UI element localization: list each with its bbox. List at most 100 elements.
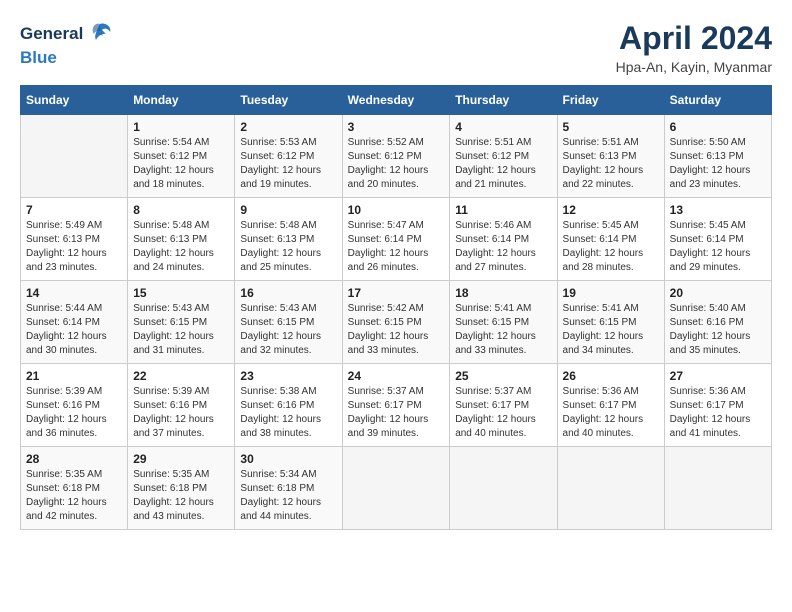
logo-blue: Blue (20, 48, 57, 68)
day-number: 11 (455, 203, 551, 217)
header-row: SundayMondayTuesdayWednesdayThursdayFrid… (21, 86, 772, 115)
day-number: 30 (240, 452, 336, 466)
day-info: Sunrise: 5:44 AM Sunset: 6:14 PM Dayligh… (26, 302, 122, 358)
day-info: Sunrise: 5:40 AM Sunset: 6:16 PM Dayligh… (670, 302, 766, 358)
day-info: Sunrise: 5:37 AM Sunset: 6:17 PM Dayligh… (348, 385, 445, 441)
day-number: 19 (563, 286, 659, 300)
day-number: 14 (26, 286, 122, 300)
day-info: Sunrise: 5:52 AM Sunset: 6:12 PM Dayligh… (348, 136, 445, 192)
day-number: 18 (455, 286, 551, 300)
calendar-cell: 18 Sunrise: 5:41 AM Sunset: 6:15 PM Dayli… (450, 281, 557, 364)
day-info: Sunrise: 5:54 AM Sunset: 6:12 PM Dayligh… (133, 136, 229, 192)
calendar-cell: 28 Sunrise: 5:35 AM Sunset: 6:18 PM Dayli… (21, 447, 128, 530)
calendar-week-4: 21 Sunrise: 5:39 AM Sunset: 6:16 PM Dayli… (21, 364, 772, 447)
day-info: Sunrise: 5:39 AM Sunset: 6:16 PM Dayligh… (26, 385, 122, 441)
day-number: 22 (133, 369, 229, 383)
day-info: Sunrise: 5:36 AM Sunset: 6:17 PM Dayligh… (563, 385, 659, 441)
day-number: 21 (26, 369, 122, 383)
day-info: Sunrise: 5:34 AM Sunset: 6:18 PM Dayligh… (240, 468, 336, 524)
day-number: 23 (240, 369, 336, 383)
header-cell-monday: Monday (128, 86, 235, 115)
day-number: 8 (133, 203, 229, 217)
calendar-cell: 14 Sunrise: 5:44 AM Sunset: 6:14 PM Dayli… (21, 281, 128, 364)
day-info: Sunrise: 5:45 AM Sunset: 6:14 PM Dayligh… (563, 219, 659, 275)
calendar-cell: 19 Sunrise: 5:41 AM Sunset: 6:15 PM Dayli… (557, 281, 664, 364)
calendar-cell: 6 Sunrise: 5:50 AM Sunset: 6:13 PM Daylig… (664, 115, 771, 198)
calendar-cell: 17Sunrise: 5:42 AM Sunset: 6:15 PM Dayli… (342, 281, 450, 364)
day-number: 9 (240, 203, 336, 217)
calendar-cell: 15 Sunrise: 5:43 AM Sunset: 6:15 PM Dayli… (128, 281, 235, 364)
day-number: 16 (240, 286, 336, 300)
calendar-cell: 24 Sunrise: 5:37 AM Sunset: 6:17 PM Dayli… (342, 364, 450, 447)
calendar-cell: 5 Sunrise: 5:51 AM Sunset: 6:13 PM Daylig… (557, 115, 664, 198)
day-info: Sunrise: 5:50 AM Sunset: 6:13 PM Dayligh… (670, 136, 766, 192)
day-info: Sunrise: 5:48 AM Sunset: 6:13 PM Dayligh… (240, 219, 336, 275)
calendar-cell: 30 Sunrise: 5:34 AM Sunset: 6:18 PM Dayli… (235, 447, 342, 530)
day-number: 6 (670, 120, 766, 134)
calendar-week-5: 28 Sunrise: 5:35 AM Sunset: 6:18 PM Dayli… (21, 447, 772, 530)
calendar-cell (342, 447, 450, 530)
calendar-table: SundayMondayTuesdayWednesdayThursdayFrid… (20, 85, 772, 530)
day-number: 12 (563, 203, 659, 217)
day-info: Sunrise: 5:39 AM Sunset: 6:16 PM Dayligh… (133, 385, 229, 441)
calendar-cell: 8 Sunrise: 5:48 AM Sunset: 6:13 PM Daylig… (128, 198, 235, 281)
day-number: 2 (240, 120, 336, 134)
day-info: Sunrise: 5:36 AM Sunset: 6:17 PM Dayligh… (670, 385, 766, 441)
calendar-cell: 21 Sunrise: 5:39 AM Sunset: 6:16 PM Dayli… (21, 364, 128, 447)
calendar-cell: 9 Sunrise: 5:48 AM Sunset: 6:13 PM Daylig… (235, 198, 342, 281)
day-number: 29 (133, 452, 229, 466)
calendar-cell: 7Sunrise: 5:49 AM Sunset: 6:13 PM Daylig… (21, 198, 128, 281)
day-info: Sunrise: 5:45 AM Sunset: 6:14 PM Dayligh… (670, 219, 766, 275)
day-info: Sunrise: 5:38 AM Sunset: 6:16 PM Dayligh… (240, 385, 336, 441)
day-number: 20 (670, 286, 766, 300)
logo-general: General (20, 24, 83, 44)
calendar-week-3: 14 Sunrise: 5:44 AM Sunset: 6:14 PM Dayli… (21, 281, 772, 364)
day-number: 25 (455, 369, 551, 383)
day-number: 27 (670, 369, 766, 383)
day-info: Sunrise: 5:35 AM Sunset: 6:18 PM Dayligh… (26, 468, 122, 524)
day-info: Sunrise: 5:53 AM Sunset: 6:12 PM Dayligh… (240, 136, 336, 192)
day-info: Sunrise: 5:42 AM Sunset: 6:15 PM Dayligh… (348, 302, 445, 358)
logo: General Blue (20, 20, 114, 68)
day-number: 15 (133, 286, 229, 300)
day-info: Sunrise: 5:48 AM Sunset: 6:13 PM Dayligh… (133, 219, 229, 275)
header-cell-thursday: Thursday (450, 86, 557, 115)
day-number: 4 (455, 120, 551, 134)
calendar-week-2: 7Sunrise: 5:49 AM Sunset: 6:13 PM Daylig… (21, 198, 772, 281)
header-cell-tuesday: Tuesday (235, 86, 342, 115)
day-number: 26 (563, 369, 659, 383)
day-info: Sunrise: 5:46 AM Sunset: 6:14 PM Dayligh… (455, 219, 551, 275)
title-area: April 2024 Hpa-An, Kayin, Myanmar (616, 20, 772, 75)
header-cell-friday: Friday (557, 86, 664, 115)
page-subtitle: Hpa-An, Kayin, Myanmar (616, 59, 772, 75)
day-info: Sunrise: 5:41 AM Sunset: 6:15 PM Dayligh… (455, 302, 551, 358)
calendar-cell (21, 115, 128, 198)
calendar-cell: 23 Sunrise: 5:38 AM Sunset: 6:16 PM Dayli… (235, 364, 342, 447)
calendar-cell: 26 Sunrise: 5:36 AM Sunset: 6:17 PM Dayli… (557, 364, 664, 447)
day-number: 10 (348, 203, 445, 217)
day-number: 1 (133, 120, 229, 134)
calendar-cell: 12 Sunrise: 5:45 AM Sunset: 6:14 PM Dayli… (557, 198, 664, 281)
calendar-cell: 4Sunrise: 5:51 AM Sunset: 6:12 PM Daylig… (450, 115, 557, 198)
calendar-cell (450, 447, 557, 530)
day-number: 5 (563, 120, 659, 134)
calendar-week-1: 1 Sunrise: 5:54 AM Sunset: 6:12 PM Daylig… (21, 115, 772, 198)
day-info: Sunrise: 5:43 AM Sunset: 6:15 PM Dayligh… (133, 302, 229, 358)
day-number: 28 (26, 452, 122, 466)
day-number: 24 (348, 369, 445, 383)
calendar-cell: 20 Sunrise: 5:40 AM Sunset: 6:16 PM Dayli… (664, 281, 771, 364)
calendar-cell: 25Sunrise: 5:37 AM Sunset: 6:17 PM Dayli… (450, 364, 557, 447)
day-info: Sunrise: 5:51 AM Sunset: 6:13 PM Dayligh… (563, 136, 659, 192)
header-cell-saturday: Saturday (664, 86, 771, 115)
day-number: 7 (26, 203, 122, 217)
day-info: Sunrise: 5:41 AM Sunset: 6:15 PM Dayligh… (563, 302, 659, 358)
day-info: Sunrise: 5:47 AM Sunset: 6:14 PM Dayligh… (348, 219, 445, 275)
header-cell-wednesday: Wednesday (342, 86, 450, 115)
bird-icon (86, 20, 114, 48)
calendar-cell: 22 Sunrise: 5:39 AM Sunset: 6:16 PM Dayli… (128, 364, 235, 447)
calendar-cell (557, 447, 664, 530)
calendar-cell: 1 Sunrise: 5:54 AM Sunset: 6:12 PM Daylig… (128, 115, 235, 198)
day-info: Sunrise: 5:35 AM Sunset: 6:18 PM Dayligh… (133, 468, 229, 524)
calendar-cell: 27 Sunrise: 5:36 AM Sunset: 6:17 PM Dayli… (664, 364, 771, 447)
calendar-cell: 16Sunrise: 5:43 AM Sunset: 6:15 PM Dayli… (235, 281, 342, 364)
